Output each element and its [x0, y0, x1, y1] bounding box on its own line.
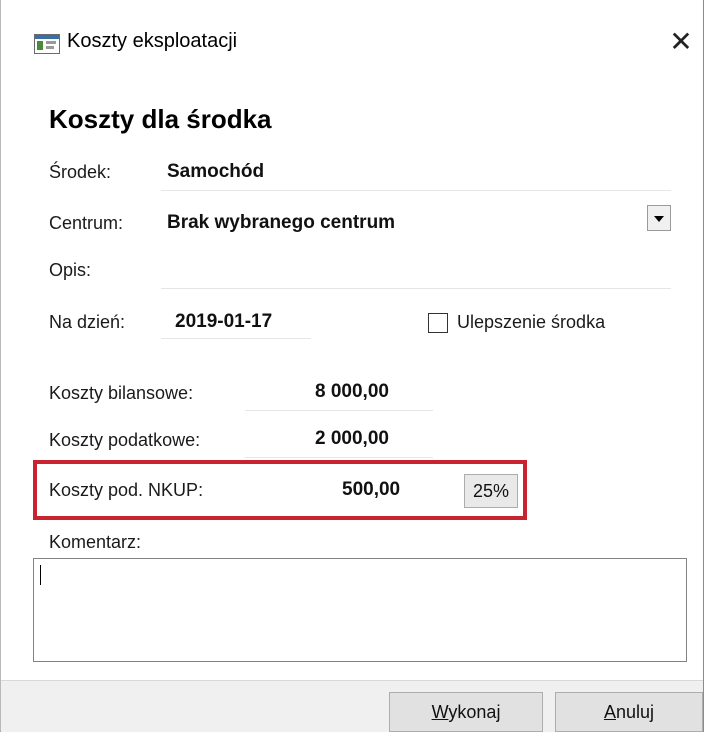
anuluj-accelerator: A — [603, 702, 616, 722]
nkup-percent-button[interactable]: 25% — [464, 474, 518, 508]
wykonaj-label: ykonaj — [448, 702, 501, 722]
window-title: Koszty eksploatacji — [67, 30, 238, 52]
srodek-label: Środek: — [49, 162, 112, 182]
bilansowe-value[interactable]: 8 000,00 — [315, 381, 389, 403]
app-icon — [34, 34, 60, 54]
wykonaj-button[interactable]: Wykonaj — [389, 692, 543, 732]
na-dzien-label: Na dzień: — [49, 312, 126, 332]
centrum-dropdown[interactable]: Brak wybranego centrum — [167, 212, 395, 234]
bilansowe-underline — [245, 410, 433, 411]
opis-underline — [161, 288, 671, 289]
podatkowe-underline — [245, 457, 433, 458]
nkup-label: Koszty pod. NKUP: — [49, 480, 204, 500]
srodek-value: Samochód — [167, 161, 265, 182]
date-field[interactable]: 2019-01-17 — [175, 311, 272, 333]
podatkowe-value[interactable]: 2 000,00 — [315, 428, 389, 450]
ulepszenie-label[interactable]: Ulepszenie środka — [457, 312, 605, 333]
text-caret — [40, 565, 41, 585]
komentarz-textarea[interactable] — [33, 558, 687, 662]
bilansowe-label: Koszty bilansowe: — [49, 383, 194, 403]
form-heading: Koszty dla środka — [49, 104, 272, 134]
opis-label: Opis: — [49, 260, 92, 280]
komentarz-label: Komentarz: — [49, 532, 142, 552]
close-icon[interactable]: ✕ — [661, 22, 701, 62]
centrum-label: Centrum: — [49, 213, 124, 233]
nkup-value[interactable]: 500,00 — [342, 479, 400, 501]
button-bar: Wykonaj Anuluj — [1, 680, 703, 732]
dialog-window: Koszty eksploatacji ✕ Koszty dla środka … — [0, 0, 704, 732]
anuluj-label: nuluj — [615, 702, 655, 722]
srodek-underline — [161, 190, 671, 191]
chevron-down-icon[interactable] — [647, 205, 671, 231]
podatkowe-label: Koszty podatkowe: — [49, 430, 201, 450]
date-underline — [161, 338, 311, 339]
ulepszenie-checkbox[interactable] — [428, 313, 448, 333]
title-bar[interactable]: Koszty eksploatacji ✕ — [1, 0, 703, 84]
wykonaj-accelerator: W — [431, 702, 449, 722]
anuluj-button[interactable]: Anuluj — [555, 692, 703, 732]
opis-field[interactable] — [161, 250, 671, 286]
dialog-body: Koszty dla środka Środek: Samochód Centr… — [1, 84, 703, 680]
